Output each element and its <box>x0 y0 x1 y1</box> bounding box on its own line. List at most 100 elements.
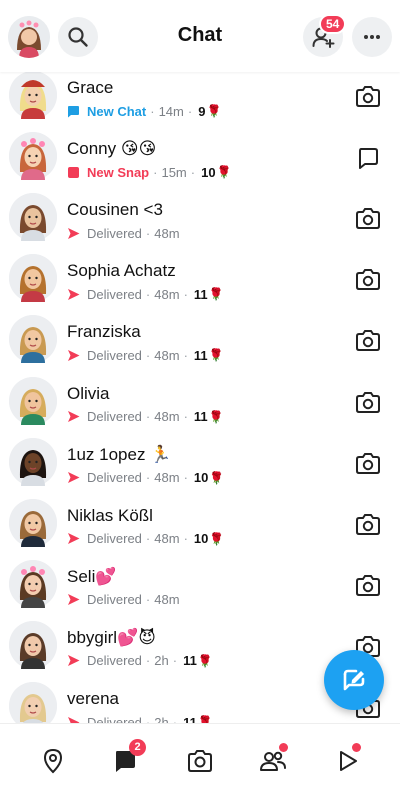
camera-icon <box>356 391 380 413</box>
chat-row[interactable]: Seli💕 Delivered · 48m <box>0 555 400 616</box>
reply-camera-button[interactable] <box>354 450 382 478</box>
new-chat-status-icon <box>68 105 79 117</box>
chat-time: 48m <box>154 531 180 547</box>
separator-dot: · <box>145 531 151 547</box>
bitmoji-avatar-icon <box>9 71 57 119</box>
streak-rose-emoji: 🌹 <box>206 104 222 118</box>
separator-dot: · <box>145 470 151 486</box>
separator-dot: · <box>183 531 188 547</box>
chat-status: New Chat · 14m · 9 🌹 <box>67 103 221 119</box>
camera-icon <box>356 574 380 596</box>
chat-name: Conny 😘😘 <box>67 139 157 159</box>
status-label: Delivered <box>87 531 142 547</box>
reply-chat-button[interactable] <box>354 144 382 172</box>
reply-camera-button[interactable] <box>354 389 382 417</box>
reply-camera-button[interactable] <box>354 572 382 600</box>
separator-dot: · <box>190 164 196 180</box>
chat-time: 15m <box>161 164 187 180</box>
chat-row[interactable]: Sophia Achatz Delivered · 48m · 11 🌹 <box>0 249 400 310</box>
chat-time: 48m <box>154 409 180 424</box>
chat-row[interactable]: Conny 😘😘 New Snap · 15m · 10 🌹 <box>0 127 400 188</box>
chat-row[interactable]: 1uz 1opez 🏃 Delivered · 48m · 10 🌹 <box>0 433 400 494</box>
chat-row[interactable]: Franziska Delivered · 48m · 11 🌹 <box>0 310 400 371</box>
camera-icon <box>356 513 380 535</box>
delivered-arrow-icon <box>68 533 80 545</box>
chat-row[interactable]: Olivia Delivered · 48m · 11 🌹 <box>0 372 400 433</box>
reply-camera-button[interactable] <box>354 83 382 111</box>
delivered-arrow-icon <box>68 349 80 361</box>
header-bar: Chat 54 <box>0 0 400 72</box>
separator-dot: · <box>172 653 178 669</box>
streak-rose-emoji: 🌹 <box>197 653 213 668</box>
chat-status: New Snap · 15m · 10 🌹 <box>67 164 232 180</box>
nav-map[interactable] <box>38 746 68 776</box>
profile-bitmoji-icon <box>8 16 50 58</box>
streak-rose-emoji: 🌹 <box>197 715 213 723</box>
status-label: Delivered <box>87 286 142 302</box>
chat-avatar[interactable] <box>9 376 57 425</box>
profile-avatar[interactable] <box>8 16 50 58</box>
separator-dot: · <box>183 286 188 302</box>
more-button[interactable] <box>352 17 392 57</box>
chat-avatar[interactable] <box>9 71 57 119</box>
chat-avatar[interactable] <box>9 437 57 486</box>
friends-notification-dot <box>279 743 288 752</box>
delivered-arrow-icon <box>68 288 80 300</box>
separator-dot: · <box>145 286 151 302</box>
chat-time: 48m <box>154 225 180 241</box>
streak-count: 10 <box>201 164 216 180</box>
status-label: Delivered <box>87 653 142 669</box>
bitmoji-avatar-icon <box>9 620 57 669</box>
chat-time: 2h <box>154 714 169 724</box>
camera-icon <box>356 269 380 291</box>
chat-status: Delivered · 2h · 11 🌹 <box>67 653 213 669</box>
separator-dot: · <box>153 164 158 180</box>
chat-avatar[interactable] <box>9 315 57 364</box>
search-button[interactable] <box>58 17 98 57</box>
reply-camera-button[interactable] <box>354 511 382 539</box>
separator-dot: · <box>145 714 151 724</box>
chat-name: Franziska <box>67 322 141 342</box>
chat-row[interactable]: Grace New Chat · 14m · 9 🌹 <box>0 66 400 127</box>
separator-dot: · <box>145 347 151 363</box>
bottom-nav: 2 <box>0 723 400 800</box>
nav-camera[interactable] <box>185 746 215 776</box>
chat-avatar[interactable] <box>9 254 57 303</box>
reply-camera-button[interactable] <box>354 205 382 233</box>
delivered-arrow-icon <box>68 655 80 667</box>
streak-count: 11 <box>193 286 208 302</box>
bitmoji-avatar-icon <box>9 498 57 547</box>
chat-avatar[interactable] <box>9 559 57 608</box>
chat-avatar[interactable] <box>9 620 57 669</box>
separator-dot: · <box>145 409 151 424</box>
stories-notification-dot <box>352 743 361 752</box>
chat-avatar[interactable] <box>9 682 57 723</box>
bitmoji-avatar-icon <box>9 132 57 181</box>
camera-icon <box>356 208 380 230</box>
camera-icon <box>188 750 212 772</box>
streak-count: 11 <box>193 409 208 424</box>
bitmoji-avatar-icon <box>9 193 57 242</box>
chat-status: Delivered · 48m · 11 🌹 <box>67 286 224 302</box>
reply-camera-button[interactable] <box>354 266 382 294</box>
more-icon <box>364 35 380 39</box>
separator-dot: · <box>145 225 151 241</box>
chat-avatar[interactable] <box>9 132 57 181</box>
chat-status: Delivered · 48m <box>67 592 180 608</box>
delivered-arrow-icon <box>68 472 80 484</box>
chat-status: Delivered · 48m · 10 🌹 <box>67 470 224 486</box>
chat-row[interactable]: Cousinen <3 Delivered · 48m <box>0 188 400 249</box>
chat-status: Delivered · 48m <box>67 225 180 241</box>
separator-dot: · <box>150 103 155 119</box>
chat-avatar[interactable] <box>9 193 57 242</box>
new-chat-button[interactable] <box>324 650 384 710</box>
streak-rose-emoji: 🌹 <box>208 287 224 302</box>
streak-rose-emoji: 🌹 <box>208 348 224 363</box>
chat-time: 48m <box>154 592 180 608</box>
chat-row[interactable]: Niklas Kößl Delivered · 48m · 10 🌹 <box>0 494 400 555</box>
reply-camera-button[interactable] <box>354 327 382 355</box>
bitmoji-avatar-icon <box>9 376 57 425</box>
map-pin-icon <box>43 748 63 774</box>
status-label: New Snap <box>87 164 150 180</box>
chat-avatar[interactable] <box>9 498 57 547</box>
